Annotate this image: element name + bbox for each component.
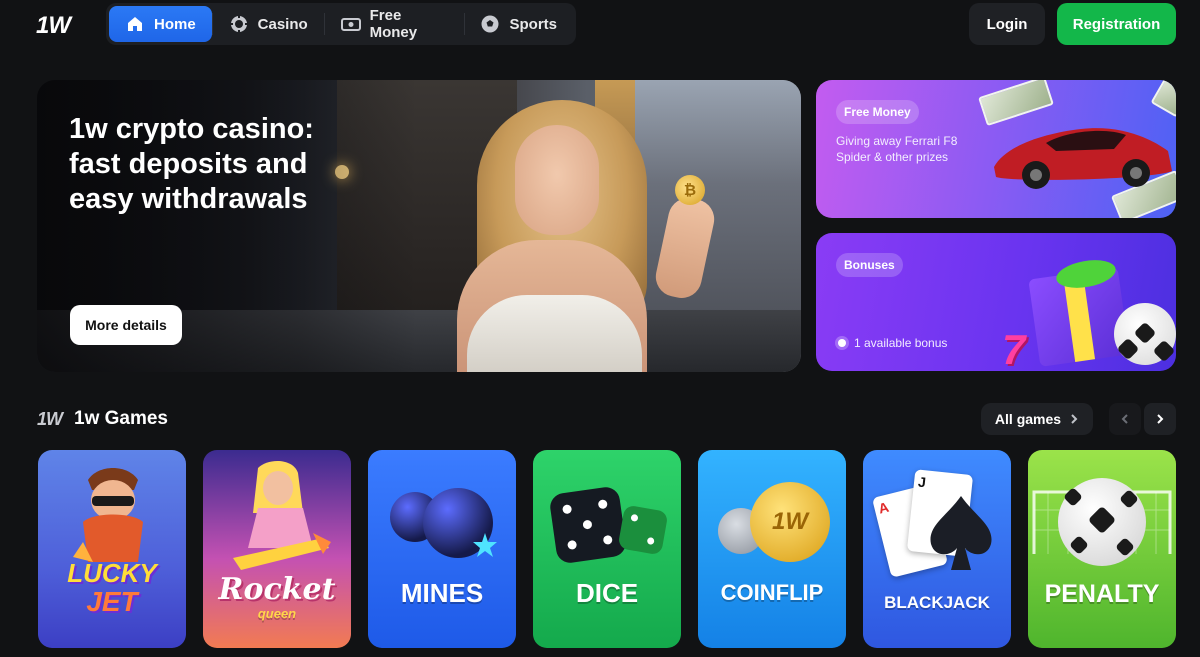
promo-free-money-card[interactable]: Free Money Giving away Ferrari F8 Spider… [816,80,1176,218]
ball-patch [1133,321,1157,345]
dice-icon [617,504,669,556]
game-tile-lucky-jet[interactable]: LUCKY JET [38,450,186,648]
rocket-queen-character-icon [233,461,331,570]
promo-bonuses-card[interactable]: Bonuses 1 available bonus 7 [816,233,1176,371]
login-button[interactable]: Login [969,3,1045,45]
soccer-ball-icon [1058,478,1146,566]
game-tile-blackjack[interactable]: A J BLACKJACK [863,450,1011,648]
all-games-button[interactable]: All games [981,403,1093,435]
hero-woman-dress [467,295,642,372]
bitcoin-coin-icon: ₿ [675,175,705,205]
chevron-right-icon [1157,414,1164,424]
casino-chip-icon [229,14,249,34]
nav-sports[interactable]: Sports [464,6,573,42]
game-title-line1: Rocket [218,572,336,607]
home-icon [125,14,145,34]
promo-description: Giving away Ferrari F8 Spider & other pr… [836,134,958,164]
game-tile-mines[interactable]: MINES [368,450,516,648]
brand-logo[interactable]: 1W [36,12,71,40]
more-details-button[interactable]: More details [70,305,182,345]
lucky-jet-character-icon [73,468,143,562]
nav-sports-label: Sports [509,15,557,33]
nav-free-money-label: Free Money [369,7,418,41]
promo-chip: Bonuses [836,253,903,277]
ball-patch [1116,337,1140,361]
nav-casino-label: Casino [257,15,308,33]
top-header: 1W Home Casino Free Money Sports Login R… [0,0,1200,48]
money-icon [340,14,361,34]
ferrari-car-icon [994,128,1172,189]
section-title: 1w Games [74,408,168,429]
all-games-label: All games [994,411,1062,427]
game-title-line2: queen [257,606,297,621]
game-title: BLACKJACK [884,593,990,612]
gold-coin-icon: 1W [750,482,830,562]
lucky-seven-icon: 7 [1002,326,1026,371]
chevron-left-icon [1121,414,1128,424]
game-title-line1: LUCKY [67,558,157,588]
game-tile-penalty[interactable]: PENALTY [1028,450,1176,648]
game-tile-dice[interactable]: DICE [533,450,681,648]
nav-free-money[interactable]: Free Money [325,6,464,42]
game-tile-rocket-queen[interactable]: Rocket queen [203,450,351,648]
dice-icon [548,485,628,565]
registration-button[interactable]: Registration [1057,3,1176,45]
hero-title: 1w crypto casino: fast deposits and easy… [69,113,314,215]
game-title-line2: JET [86,586,138,617]
soccer-ball-icon [480,14,500,34]
games-section-header: 1W 1w Games [37,405,168,433]
ball-patch [1152,339,1176,363]
bonus-status: 1 available bonus [838,336,947,350]
nav-casino[interactable]: Casino [213,6,324,42]
game-title: COINFLIP [720,580,824,605]
nav-home[interactable]: Home [109,6,212,42]
hero-banner[interactable]: ₿ 1w crypto casino: fast deposits and ea… [37,80,801,372]
nav-home-label: Home [154,15,196,33]
game-title: DICE [575,578,639,608]
carousel-next-button[interactable] [1144,403,1176,435]
chevron-right-icon [1071,414,1078,424]
game-title: MINES [400,578,484,608]
game-title: PENALTY [1044,580,1160,608]
spade-icon [930,496,992,570]
section-logo: 1W [37,408,63,429]
hero-woman-face [515,125,599,235]
bonus-status-label: 1 available bonus [854,336,948,350]
star-icon [473,533,497,557]
status-dot [838,339,846,347]
main-nav: Home Casino Free Money Sports [106,3,576,45]
game-tile-coinflip[interactable]: 1W COINFLIP [698,450,846,648]
promo-chip: Free Money [836,100,919,124]
soccer-ball-icon [1114,303,1176,365]
carousel-prev-button[interactable] [1109,403,1141,435]
